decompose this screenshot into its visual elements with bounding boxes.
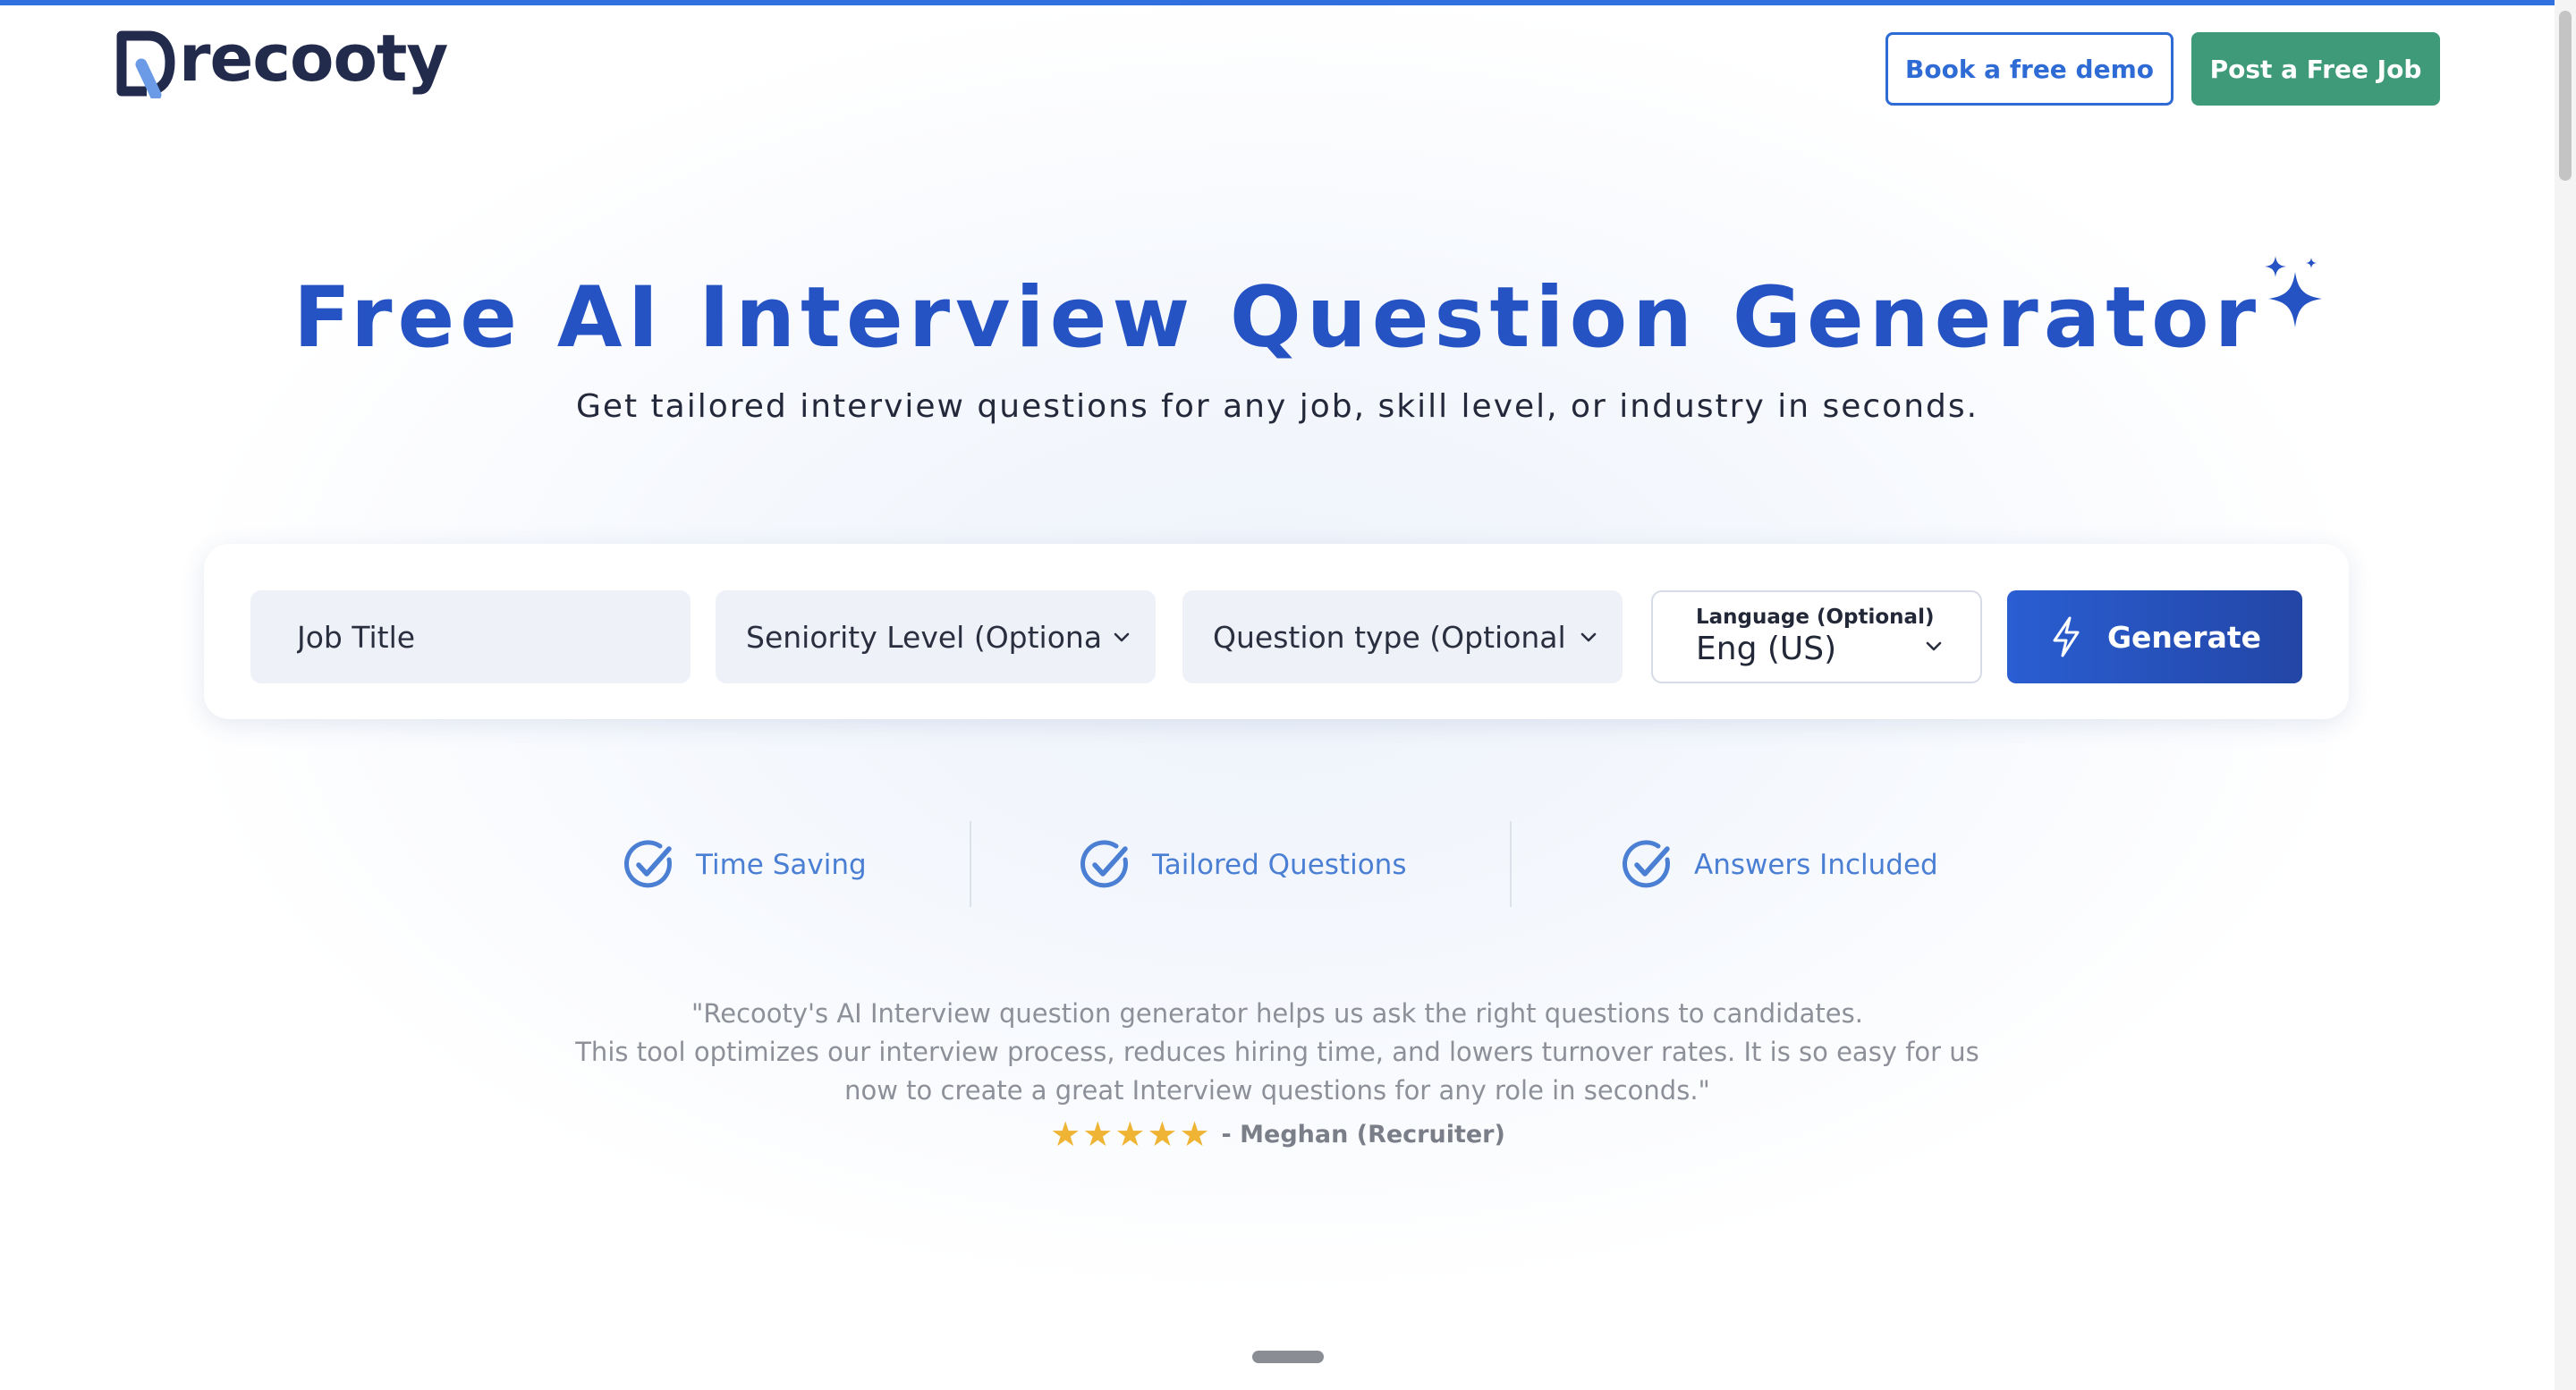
star-icon: ★ <box>1114 1115 1146 1154</box>
check-circle-icon <box>1080 840 1128 888</box>
hero-title-text: Free AI Interview Question Generator <box>292 269 2262 367</box>
feature-divider <box>970 821 971 907</box>
testimonial-author: - Meghan (Recruiter) <box>1221 1120 1505 1148</box>
logo-mark-icon <box>116 30 175 98</box>
language-select[interactable]: Language (Optional) Eng (US) <box>1651 590 1982 683</box>
recooty-logo[interactable]: recooty <box>114 21 448 100</box>
language-value: Eng (US) <box>1696 631 1837 667</box>
scrollbar-thumb[interactable] <box>2559 11 2572 181</box>
feature-tailored-questions: Tailored Questions <box>1077 834 1406 896</box>
hero-subtitle: Get tailored interview questions for any… <box>575 388 1979 425</box>
feature-label: Time Saving <box>696 849 867 881</box>
testimonial-quote: "Recooty's AI Interview question generat… <box>0 995 2555 1110</box>
chevron-down-icon <box>1926 641 1942 651</box>
brand-name: recooty <box>179 21 448 96</box>
book-demo-button[interactable]: Book a free demo <box>1885 32 2174 106</box>
generator-form-card: Seniority Level (Optional) Question type… <box>204 544 2349 719</box>
star-icon: ★ <box>1050 1115 1081 1154</box>
testimonial-rating: ★ ★ ★ ★ ★ - Meghan (Recruiter) <box>0 1116 2555 1152</box>
feature-answers-included: Answers Included <box>1619 834 1938 896</box>
scrollbar-track[interactable] <box>2555 0 2576 1390</box>
star-icon: ★ <box>1179 1115 1210 1154</box>
chevron-down-icon <box>1580 632 1597 642</box>
star-icon: ★ <box>1082 1115 1114 1154</box>
testimonial-line: This tool optimizes our interview proces… <box>575 1037 1979 1067</box>
drag-handle[interactable] <box>1252 1351 1324 1363</box>
testimonial-line: "Recooty's AI Interview question generat… <box>691 998 1863 1029</box>
feature-label: Tailored Questions <box>1152 849 1407 881</box>
seniority-level-value: Seniority Level (Optional) <box>746 619 1100 655</box>
chevron-down-icon <box>1114 632 1130 642</box>
check-circle-icon <box>1623 840 1670 888</box>
feature-time-saving: Time Saving <box>621 834 867 896</box>
testimonial-line: now to create a great Interview question… <box>844 1075 1710 1106</box>
generate-button[interactable]: Generate <box>2007 590 2302 683</box>
bolt-icon <box>2053 616 2080 657</box>
question-type-value: Question type (Optional) <box>1213 619 1567 655</box>
top-accent-bar <box>0 0 2555 5</box>
sparkle-icon <box>2265 256 2323 327</box>
job-title-input[interactable] <box>250 590 691 683</box>
star-icon: ★ <box>1147 1115 1178 1154</box>
seniority-level-select[interactable]: Seniority Level (Optional) <box>716 590 1156 683</box>
page: recooty Book a free demo Post a Free Job… <box>0 0 2576 1390</box>
question-type-select[interactable]: Question type (Optional) <box>1182 590 1623 683</box>
language-label: Language (Optional) <box>1696 606 1935 629</box>
hero-title-wrapper: Free AI Interview Question Generator <box>0 256 2555 372</box>
post-free-job-button[interactable]: Post a Free Job <box>2191 32 2440 106</box>
hero-title: Free AI Interview Question Generator <box>292 256 2323 372</box>
generate-label: Generate <box>2106 619 2262 655</box>
feature-divider <box>1510 821 1512 907</box>
feature-label: Answers Included <box>1694 849 1938 881</box>
check-circle-icon <box>624 840 672 888</box>
